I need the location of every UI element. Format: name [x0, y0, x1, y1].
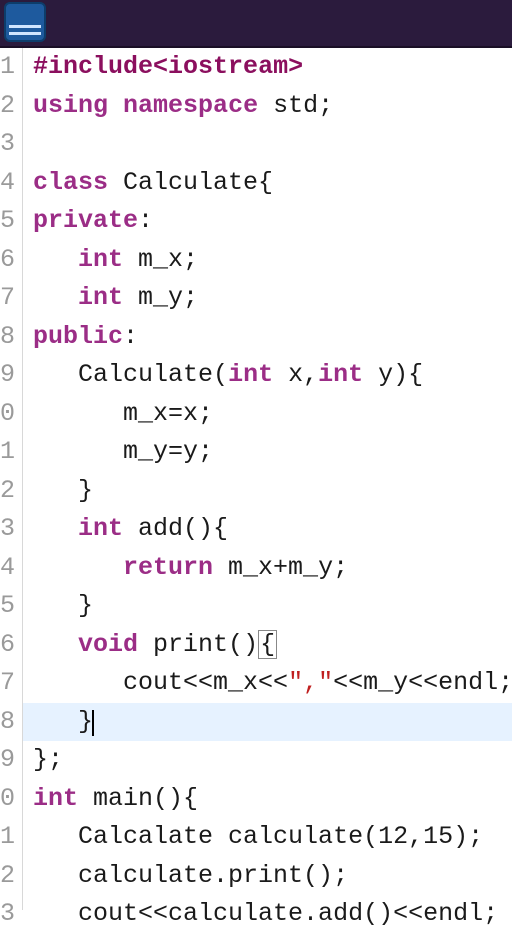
- line-number: 6: [0, 626, 14, 665]
- line-number: 8: [0, 703, 14, 742]
- code-line[interactable]: int m_x;: [33, 241, 512, 280]
- token-include-path: <iostream>: [153, 52, 303, 81]
- token-punc: cout<<m_x<<: [33, 668, 288, 697]
- token-punc: print(): [138, 630, 258, 659]
- token-punc: }: [33, 476, 93, 505]
- token-type: int: [78, 245, 123, 274]
- code-line[interactable]: int add(){: [33, 510, 512, 549]
- token-punc: [33, 245, 78, 274]
- token-type: void: [78, 630, 138, 659]
- code-line[interactable]: cout<<m_x<<","<<m_y<<endl;: [33, 664, 512, 703]
- line-number: 5: [0, 202, 14, 241]
- line-number: 7: [0, 279, 14, 318]
- code-line[interactable]: return m_x+m_y;: [33, 549, 512, 588]
- code-line[interactable]: void print(){: [33, 626, 512, 665]
- code-line[interactable]: class Calculate{: [33, 164, 512, 203]
- token-punc: calculate.print();: [33, 861, 348, 890]
- token-punc: }: [33, 591, 93, 620]
- line-number-gutter: 12345678901234567890123: [0, 48, 23, 910]
- line-number: 7: [0, 664, 14, 703]
- token-punc: [33, 553, 123, 582]
- token-punc: x,: [273, 360, 318, 389]
- line-number: 4: [0, 164, 14, 203]
- code-line[interactable]: calculate.print();: [33, 857, 512, 896]
- token-punc: main(){: [78, 784, 198, 813]
- code-line[interactable]: [33, 125, 512, 164]
- token-punc: m_x+m_y;: [213, 553, 348, 582]
- token-type: int: [33, 784, 78, 813]
- token-punc: std;: [258, 91, 333, 120]
- code-line[interactable]: m_y=y;: [33, 433, 512, 472]
- code-line[interactable]: m_x=x;: [33, 395, 512, 434]
- line-number: 5: [0, 587, 14, 626]
- token-punc: Calculate(: [33, 360, 228, 389]
- token-punc: cout<<calculate.add()<<endl;: [33, 899, 498, 928]
- line-number: 0: [0, 395, 14, 434]
- line-number: 1: [0, 433, 14, 472]
- title-bar: [0, 0, 512, 48]
- code-line[interactable]: public:: [33, 318, 512, 357]
- code-line[interactable]: int m_y;: [33, 279, 512, 318]
- token-punc: m_x=x;: [33, 399, 213, 428]
- token-kw: public: [33, 322, 123, 351]
- line-number: 4: [0, 549, 14, 588]
- code-line[interactable]: using namespace std;: [33, 87, 512, 126]
- token-punc: m_y;: [123, 283, 198, 312]
- token-type: int: [228, 360, 273, 389]
- line-number: 3: [0, 125, 14, 164]
- code-line[interactable]: private:: [33, 202, 512, 241]
- code-editor[interactable]: 12345678901234567890123 #include<iostrea…: [0, 48, 512, 910]
- code-line[interactable]: cout<<calculate.add()<<endl;: [33, 895, 512, 934]
- code-line[interactable]: };: [33, 741, 512, 780]
- token-punc: m_x;: [123, 245, 198, 274]
- token-punc: Calculate{: [108, 168, 273, 197]
- token-type: int: [78, 514, 123, 543]
- code-line[interactable]: }: [33, 472, 512, 511]
- line-number: 3: [0, 895, 14, 934]
- token-punc: <<m_y<<endl;: [333, 668, 512, 697]
- line-number: 1: [0, 818, 14, 857]
- line-number: 6: [0, 241, 14, 280]
- token-type: int: [78, 283, 123, 312]
- line-number: 1: [0, 48, 14, 87]
- token-kw: using: [33, 91, 108, 120]
- line-number: 2: [0, 87, 14, 126]
- line-number: 9: [0, 356, 14, 395]
- token-type: int: [318, 360, 363, 389]
- code-line[interactable]: #include<iostream>: [33, 48, 512, 87]
- token-punc: y){: [363, 360, 423, 389]
- token-str: ",": [288, 668, 333, 697]
- file-tab-icon[interactable]: [4, 2, 46, 42]
- line-number: 8: [0, 318, 14, 357]
- token-preproc: #include: [33, 52, 153, 81]
- token-kw: return: [123, 553, 213, 582]
- token-punc: [108, 91, 123, 120]
- token-kw: namespace: [123, 91, 258, 120]
- token-punc: Calcalate calculate(12,15);: [33, 822, 483, 851]
- text-cursor: [92, 710, 94, 736]
- code-line[interactable]: Calculate(int x,int y){: [33, 356, 512, 395]
- token-kw: class: [33, 168, 108, 197]
- line-number: 9: [0, 741, 14, 780]
- code-line[interactable]: }: [33, 587, 512, 626]
- bracket-match-box: {: [258, 630, 277, 660]
- line-number: 0: [0, 780, 14, 819]
- code-line[interactable]: int main(){: [33, 780, 512, 819]
- token-punc: m_y=y;: [33, 437, 213, 466]
- line-number: 3: [0, 510, 14, 549]
- code-line[interactable]: }: [33, 703, 512, 742]
- line-number: 2: [0, 472, 14, 511]
- token-punc: :: [123, 322, 138, 351]
- token-punc: [33, 283, 78, 312]
- token-punc: };: [33, 745, 63, 774]
- token-punc: add(){: [123, 514, 228, 543]
- line-number: 2: [0, 857, 14, 896]
- token-kw: private: [33, 206, 138, 235]
- token-punc: }: [33, 707, 93, 736]
- code-line[interactable]: Calcalate calculate(12,15);: [33, 818, 512, 857]
- token-punc: [33, 514, 78, 543]
- code-area[interactable]: #include<iostream>using namespace std;cl…: [23, 48, 512, 910]
- token-punc: :: [138, 206, 153, 235]
- token-punc: [33, 630, 78, 659]
